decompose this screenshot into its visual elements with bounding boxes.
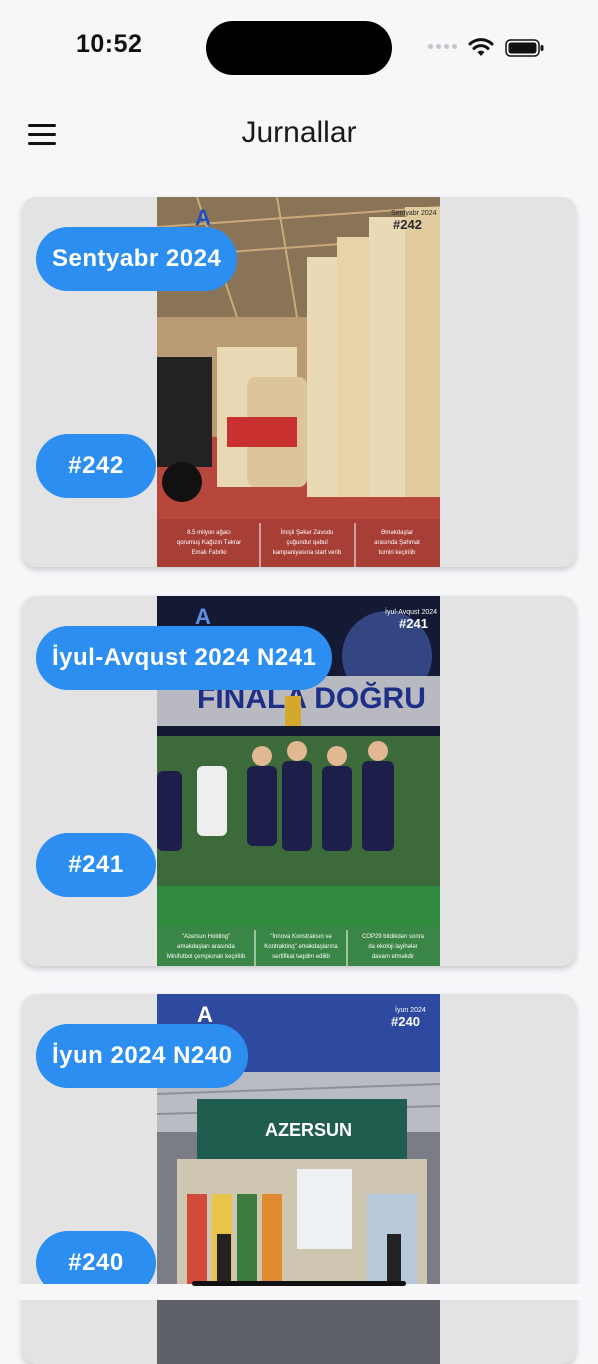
issue-title: İyun 2024 N240: [36, 1024, 249, 1088]
page-title: Jurnallar: [241, 116, 357, 149]
svg-text:sertifikat təqdim edilib: sertifikat təqdim edilib: [272, 954, 330, 960]
cellular-signal-icon: [428, 44, 457, 49]
svg-text:əməkdaşları arasında: əməkdaşları arasında: [177, 944, 235, 950]
issue-title: Sentyabr 2024: [36, 227, 238, 291]
svg-text:da ekoloji layihələr: da ekoloji layihələr: [368, 944, 417, 950]
cover-footer-1a: 8.5 milyon ağacı: [187, 530, 231, 536]
svg-text:Əməkdaşlar: Əməkdaşlar: [381, 530, 413, 536]
svg-text:İmişli Şəkər Zavodu: İmişli Şəkər Zavodu: [281, 529, 334, 536]
svg-text:Minifutbol çempionatı keçirili: Minifutbol çempionatı keçirilib: [167, 954, 246, 960]
svg-text:arasında Şahmat: arasında Şahmat: [374, 540, 420, 546]
issue-number: #241: [36, 833, 156, 897]
cover-date: Sentyabr 2024: [391, 210, 437, 217]
home-indicator[interactable]: [192, 1281, 406, 1286]
svg-text:turniri keçirilib: turniri keçirilib: [379, 550, 416, 556]
svg-text:"İnnova Konstraksın və: "İnnova Konstraksın və: [270, 933, 332, 940]
svg-text:#241: #241: [399, 616, 428, 631]
svg-text:davam etməlidir: davam etməlidir: [372, 954, 414, 960]
svg-text:İyun 2024: İyun 2024: [395, 1005, 426, 1014]
svg-text:çuğundur qəbul: çuğundur qəbul: [286, 540, 327, 546]
battery-icon: [505, 39, 544, 57]
status-time: 10:52: [76, 30, 143, 58]
issue-title: İyul-Avqust 2024 N241: [36, 626, 333, 690]
issue-card[interactable]: FİNALA DOĞRU "Azersun Holding" əməkdaşla…: [22, 596, 576, 966]
svg-text:kampaniyasına start verib: kampaniyasına start verib: [273, 550, 342, 556]
svg-text:Kontraktinq" əməkdaşlarına: Kontraktinq" əməkdaşlarına: [264, 944, 338, 950]
cover-number: #242: [393, 217, 422, 232]
svg-text:"Azersun Holding": "Azersun Holding": [182, 934, 230, 940]
app-header: Jurnallar: [0, 90, 598, 180]
status-bar: 10:52: [0, 0, 598, 90]
cover-footer-1b: qorumuş Kağızın Təkrar: [177, 540, 241, 546]
bottom-safe-area: [0, 1284, 598, 1300]
issue-number: #242: [36, 434, 156, 498]
svg-text:#240: #240: [391, 1014, 420, 1029]
cover-brand: AZERSUN: [265, 1120, 352, 1140]
svg-text:İyul-Avqust 2024: İyul-Avqust 2024: [385, 607, 437, 616]
dynamic-island: [206, 21, 392, 75]
wifi-icon: [468, 38, 494, 56]
issue-card[interactable]: 8.5 milyon ağacı qorumuş Kağızın Təkrar …: [22, 197, 576, 567]
cover-footer-1c: Emalı Fabriki: [191, 550, 226, 556]
svg-text:COP29 bitdikdən sonra: COP29 bitdikdən sonra: [362, 934, 425, 940]
issue-card[interactable]: AZERSUN İyun 2024 #240 A İyun 2024 N240 …: [22, 994, 576, 1364]
